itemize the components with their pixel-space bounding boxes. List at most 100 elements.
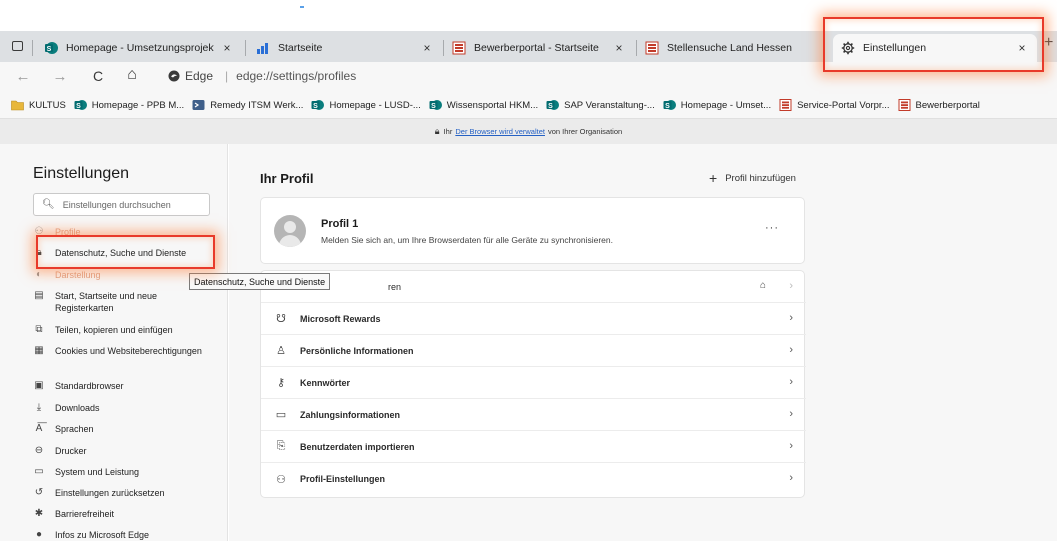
sidebar-item-system[interactable]: ▭ System und Leistung <box>33 466 213 478</box>
tab-actions-icon[interactable] <box>12 41 23 51</box>
reload-button[interactable]: C <box>89 68 107 84</box>
bookmark-label: Homepage - PPB M... <box>91 99 185 111</box>
sidebar-item-label: Standardbrowser <box>55 381 124 391</box>
tab-title: Startseite <box>278 42 323 54</box>
sidebar-item-label: Einstellungen zurücksetzen <box>55 488 165 498</box>
tab-close-button[interactable]: × <box>220 41 234 55</box>
share-icon: ⧉ <box>35 324 43 335</box>
tab-separator <box>245 40 246 56</box>
bookmark-label: Homepage - Umset... <box>680 99 772 111</box>
avatar <box>274 215 306 247</box>
profile-name: Profil 1 <box>321 218 359 230</box>
add-profile-button[interactable]: + Profil hinzufügen <box>709 170 796 186</box>
sidebar-item-downloads[interactable]: ⤓ Downloads <box>33 402 213 414</box>
language-icon: A͞ <box>35 423 43 434</box>
row-personal-info[interactable]: ♙ Persönliche Informationen › <box>261 335 806 367</box>
svg-text:S: S <box>47 46 52 53</box>
address-bar[interactable]: Edge | edge://settings/profiles <box>168 69 356 83</box>
profile-settings-icon: ⚇ <box>276 473 286 486</box>
sidebar-item-languages[interactable]: A͞ Sprachen <box>33 423 213 435</box>
row-payment-info[interactable]: ▭ Zahlungsinformationen › <box>261 399 806 431</box>
bookmark-label: Bewerberportal <box>915 99 980 111</box>
chevron-right-icon: › <box>789 344 793 356</box>
row-label: Persönliche Informationen <box>300 345 414 356</box>
highlight-settings-tab <box>823 17 1044 72</box>
settings-search-input[interactable]: 🔍︎ Einstellungen durchsuchen <box>33 193 210 216</box>
rewards-icon: ☋ <box>276 313 286 325</box>
sidebar-item-label: Start, Startseite und neue Registerkarte… <box>55 291 158 313</box>
url-text[interactable]: edge://settings/profiles <box>236 69 356 83</box>
bookmark-label: SAP Veranstaltung-... <box>564 99 655 111</box>
row-microsoft-rewards[interactable]: ☋ Microsoft Rewards › <box>261 303 806 335</box>
hessen-icon <box>645 41 659 55</box>
briefcase-icon: ⌂ <box>759 280 766 291</box>
sidebar-item-about[interactable]: ● Infos zu Microsoft Edge <box>33 529 213 541</box>
banner-suffix: von Ihrer Organisation <box>547 127 623 136</box>
tab-startseite[interactable]: Startseite × <box>248 34 442 62</box>
bookmark-item[interactable]: S SAP Veranstaltung-... <box>546 99 655 111</box>
tab-close-button[interactable]: × <box>612 41 626 55</box>
bookmark-item[interactable]: Bewerberportal <box>898 99 980 111</box>
sidebar-item-default-browser[interactable]: ▣ Standardbrowser <box>33 380 213 392</box>
download-icon: ⤓ <box>36 402 42 413</box>
accessibility-icon: ✱ <box>34 508 44 519</box>
row-sync[interactable]: ren ⌂ › <box>261 271 806 303</box>
row-profile-settings[interactable]: ⚇ Profil-Einstellungen › <box>261 463 806 495</box>
new-tab-button[interactable]: + <box>1044 34 1053 52</box>
sidebar-item-share[interactable]: ⧉ Teilen, kopieren und einfügen <box>33 324 213 336</box>
row-label: Zahlungsinformationen <box>300 409 400 420</box>
sidebar-item-reset[interactable]: ↺ Einstellungen zurücksetzen <box>33 487 213 499</box>
row-passwords[interactable]: ⚷ Kennwörter › <box>261 367 806 399</box>
browser-name: Edge <box>185 69 214 83</box>
tab-close-button[interactable]: × <box>420 41 434 55</box>
bookmark-item[interactable]: S Homepage - LUSD-... <box>311 99 421 111</box>
chevron-right-icon: › <box>789 280 793 292</box>
row-label: Kennwörter <box>300 377 351 388</box>
forward-button[interactable]: → <box>51 68 69 85</box>
search-placeholder: Einstellungen durchsuchen <box>62 199 171 210</box>
managed-browser-link[interactable]: Der Browser wird verwaltet <box>455 127 545 136</box>
settings-sidebar: Einstellungen 🔍︎ Einstellungen durchsuch… <box>0 144 228 541</box>
sidebar-item-appearance[interactable]: ◐ Darstellung <box>33 269 213 281</box>
profile-settings-list: ren ⌂ › ☋ Microsoft Rewards › ♙ Persönli… <box>260 270 806 498</box>
profile-card: Profil 1 Melden Sie sich an, um Ihre Bro… <box>260 197 805 264</box>
bookmark-item[interactable]: Service-Portal Vorpr... <box>779 99 890 111</box>
bookmarks-bar: KULTUS S Homepage - PPB M... Remedy ITSM… <box>0 92 1057 118</box>
bookmark-item[interactable]: S Homepage - PPB M... <box>74 99 184 111</box>
search-icon: 🔍︎ <box>42 199 55 210</box>
sidebar-title: Einstellungen <box>33 165 130 182</box>
edge-icon <box>168 70 180 82</box>
person-icon: ♙ <box>276 345 286 357</box>
key-icon: ⚷ <box>276 377 286 389</box>
bookmark-item[interactable]: S Homepage - Umset... <box>663 99 771 111</box>
settings-main: Ihr Profil + Profil hinzufügen Profil 1 … <box>229 144 1057 541</box>
appearance-icon: ◐ <box>35 269 43 280</box>
bookmark-item[interactable]: S Wissensportal HKM... <box>429 99 538 111</box>
sharepoint-icon: S <box>546 100 560 110</box>
back-button[interactable]: ← <box>14 68 32 85</box>
svg-text:S: S <box>431 103 436 110</box>
sidebar-item-start[interactable]: ▤ Start, Startseite und neue Registerkar… <box>33 290 213 314</box>
home-button[interactable]: ⌂ <box>123 66 141 84</box>
tab-stellensuche[interactable]: Stellensuche Land Hessen × <box>637 34 827 62</box>
more-options-button[interactable]: ··· <box>765 222 779 234</box>
row-import-data[interactable]: ⎘ Benutzerdaten importieren › <box>261 431 806 463</box>
bookmark-item[interactable]: Remedy ITSM Werk... <box>192 99 303 111</box>
tab-title: Bewerberportal - Startseite <box>474 42 599 54</box>
start-page-icon: ▤ <box>34 290 44 301</box>
loading-indicator <box>300 6 304 8</box>
sharepoint-icon: S <box>429 100 442 110</box>
tab-homepage-umsetzungsprojekt[interactable]: S Homepage - Umsetzungsprojekt × <box>36 34 242 62</box>
card-icon: ▭ <box>275 409 287 421</box>
tab-bewerberportal[interactable]: Bewerberportal - Startseite × <box>444 34 634 62</box>
briefcase-icon: 🔒︎ <box>434 126 440 136</box>
sidebar-item-printers[interactable]: ⊖ Drucker <box>33 445 213 457</box>
address-separator: | <box>225 69 229 83</box>
sidebar-item-cookies[interactable]: ▦ Cookies und Websiteberechtigungen <box>33 345 213 357</box>
folder-icon <box>11 100 24 111</box>
managed-by-organization-banner: 🔒︎ Ihr Der Browser wird verwaltet von Ih… <box>0 118 1057 144</box>
chevron-right-icon: › <box>789 312 793 324</box>
bookmark-kultus[interactable]: KULTUS <box>11 99 66 111</box>
chevron-right-icon: › <box>789 376 793 388</box>
sidebar-item-accessibility[interactable]: ✱ Barrierefreiheit <box>33 508 213 520</box>
